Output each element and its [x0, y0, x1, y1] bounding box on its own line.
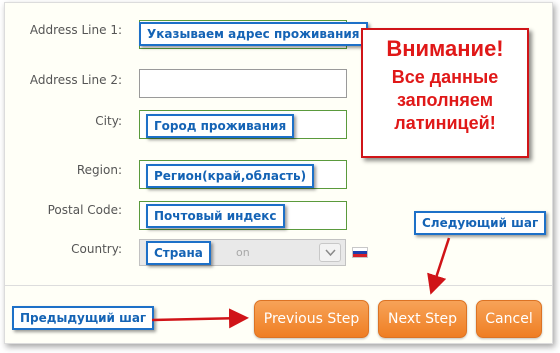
annotation-arrows [151, 237, 451, 329]
next-step-arrow [427, 237, 451, 295]
prev-step-arrow [151, 308, 249, 329]
